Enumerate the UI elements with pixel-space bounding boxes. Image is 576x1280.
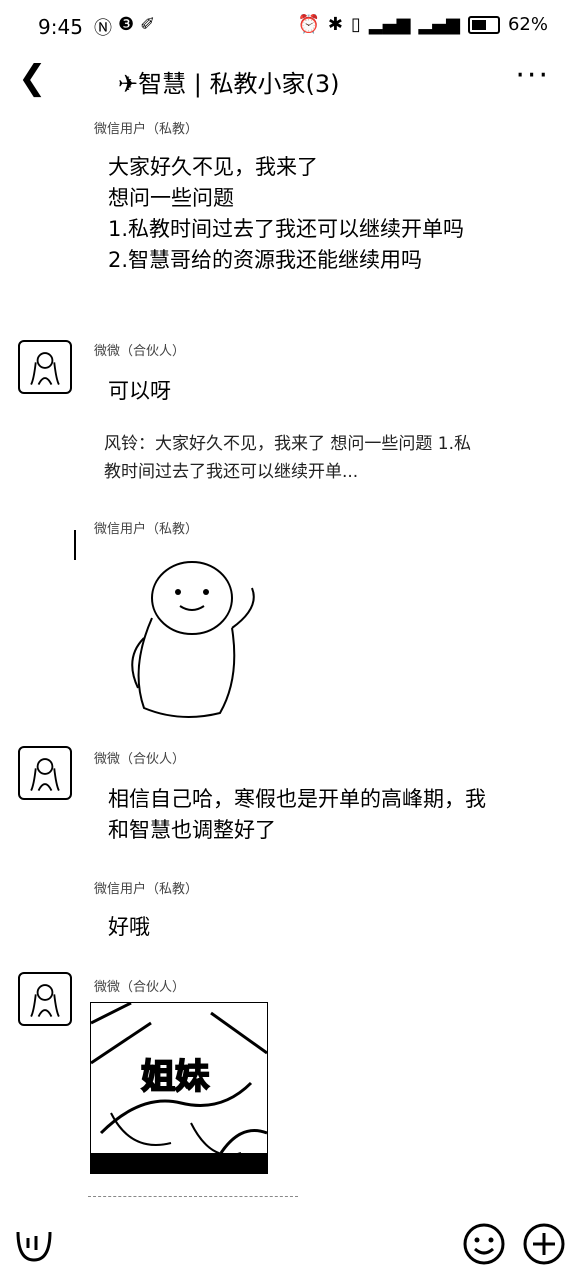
avatar-woman-icon xyxy=(30,984,60,1018)
sender-name: 微信用户（私教） xyxy=(94,122,199,137)
notification-n-icon: Ⓝ xyxy=(94,18,112,39)
cartoon-sticker[interactable] xyxy=(120,548,264,728)
divider xyxy=(88,1196,298,1197)
system-icons: ⏰ ✱ ▯ ▂▄▆ ▂▄▆ 62% xyxy=(298,14,549,35)
voice-icon[interactable] xyxy=(14,1224,54,1264)
message-text[interactable]: 好哦 xyxy=(108,912,150,943)
image-message[interactable]: 姐妹 xyxy=(90,1002,268,1174)
bluetooth-icon: ✱ xyxy=(327,14,344,35)
input-bar xyxy=(0,1208,576,1280)
notification-app-icon: ❸ xyxy=(118,14,135,35)
status-time: 9:45 xyxy=(38,15,83,39)
battery-percent: 62% xyxy=(507,14,548,35)
sender-name: 微信用户（私教） xyxy=(94,522,199,537)
alarm-icon: ⏰ xyxy=(297,14,320,35)
sender-name: 微微（合伙人） xyxy=(94,752,186,767)
sticker-caption: 姐妹 xyxy=(140,1056,210,1098)
quoted-message[interactable]: 风铃：大家好久不见，我来了 想问一些问题 1.私教时间过去了我还可以继续开单..… xyxy=(104,430,484,486)
emoji-icon[interactable] xyxy=(462,1222,506,1266)
more-options-icon[interactable]: ··· xyxy=(515,58,550,93)
notification-icons: Ⓝ ❸ ✐ xyxy=(94,14,155,40)
sender-name: 微微（合伙人） xyxy=(94,980,186,995)
message-text[interactable]: 可以呀 xyxy=(108,376,171,407)
vibrate-icon: ▯ xyxy=(351,14,361,35)
signal-icon: ▂▄▆ xyxy=(368,14,411,35)
chat-title: ✈智慧 | 私教小家(3) xyxy=(118,70,340,98)
avatar[interactable] xyxy=(18,340,72,394)
avatar-woman-icon xyxy=(30,352,60,386)
avatar[interactable] xyxy=(18,746,72,800)
message-text[interactable]: 大家好久不见，我来了 想问一些问题 1.私教时间过去了我还可以继续开单吗 2.智… xyxy=(108,152,488,276)
message-text[interactable]: 相信自己哈，寒假也是开单的高峰期，我和智慧也调整好了 xyxy=(108,784,488,846)
chat-header: ❮ ✈智慧 | 私教小家(3) ··· xyxy=(0,52,576,112)
avatar[interactable] xyxy=(18,972,72,1026)
text-cursor xyxy=(74,530,76,560)
battery-icon xyxy=(467,15,500,34)
notification-feather-icon: ✐ xyxy=(140,14,156,35)
avatar-woman-icon xyxy=(30,758,60,792)
status-bar: 9:45 Ⓝ ❸ ✐ ⏰ ✱ ▯ ▂▄▆ ▂▄▆ 62% xyxy=(0,0,576,52)
add-icon[interactable] xyxy=(522,1222,566,1266)
sender-name: 微微（合伙人） xyxy=(94,344,186,359)
sender-name: 微信用户（私教） xyxy=(94,882,199,897)
back-arrow-icon[interactable]: ❮ xyxy=(18,58,47,98)
signal-2-icon: ▂▄▆ xyxy=(418,14,460,35)
